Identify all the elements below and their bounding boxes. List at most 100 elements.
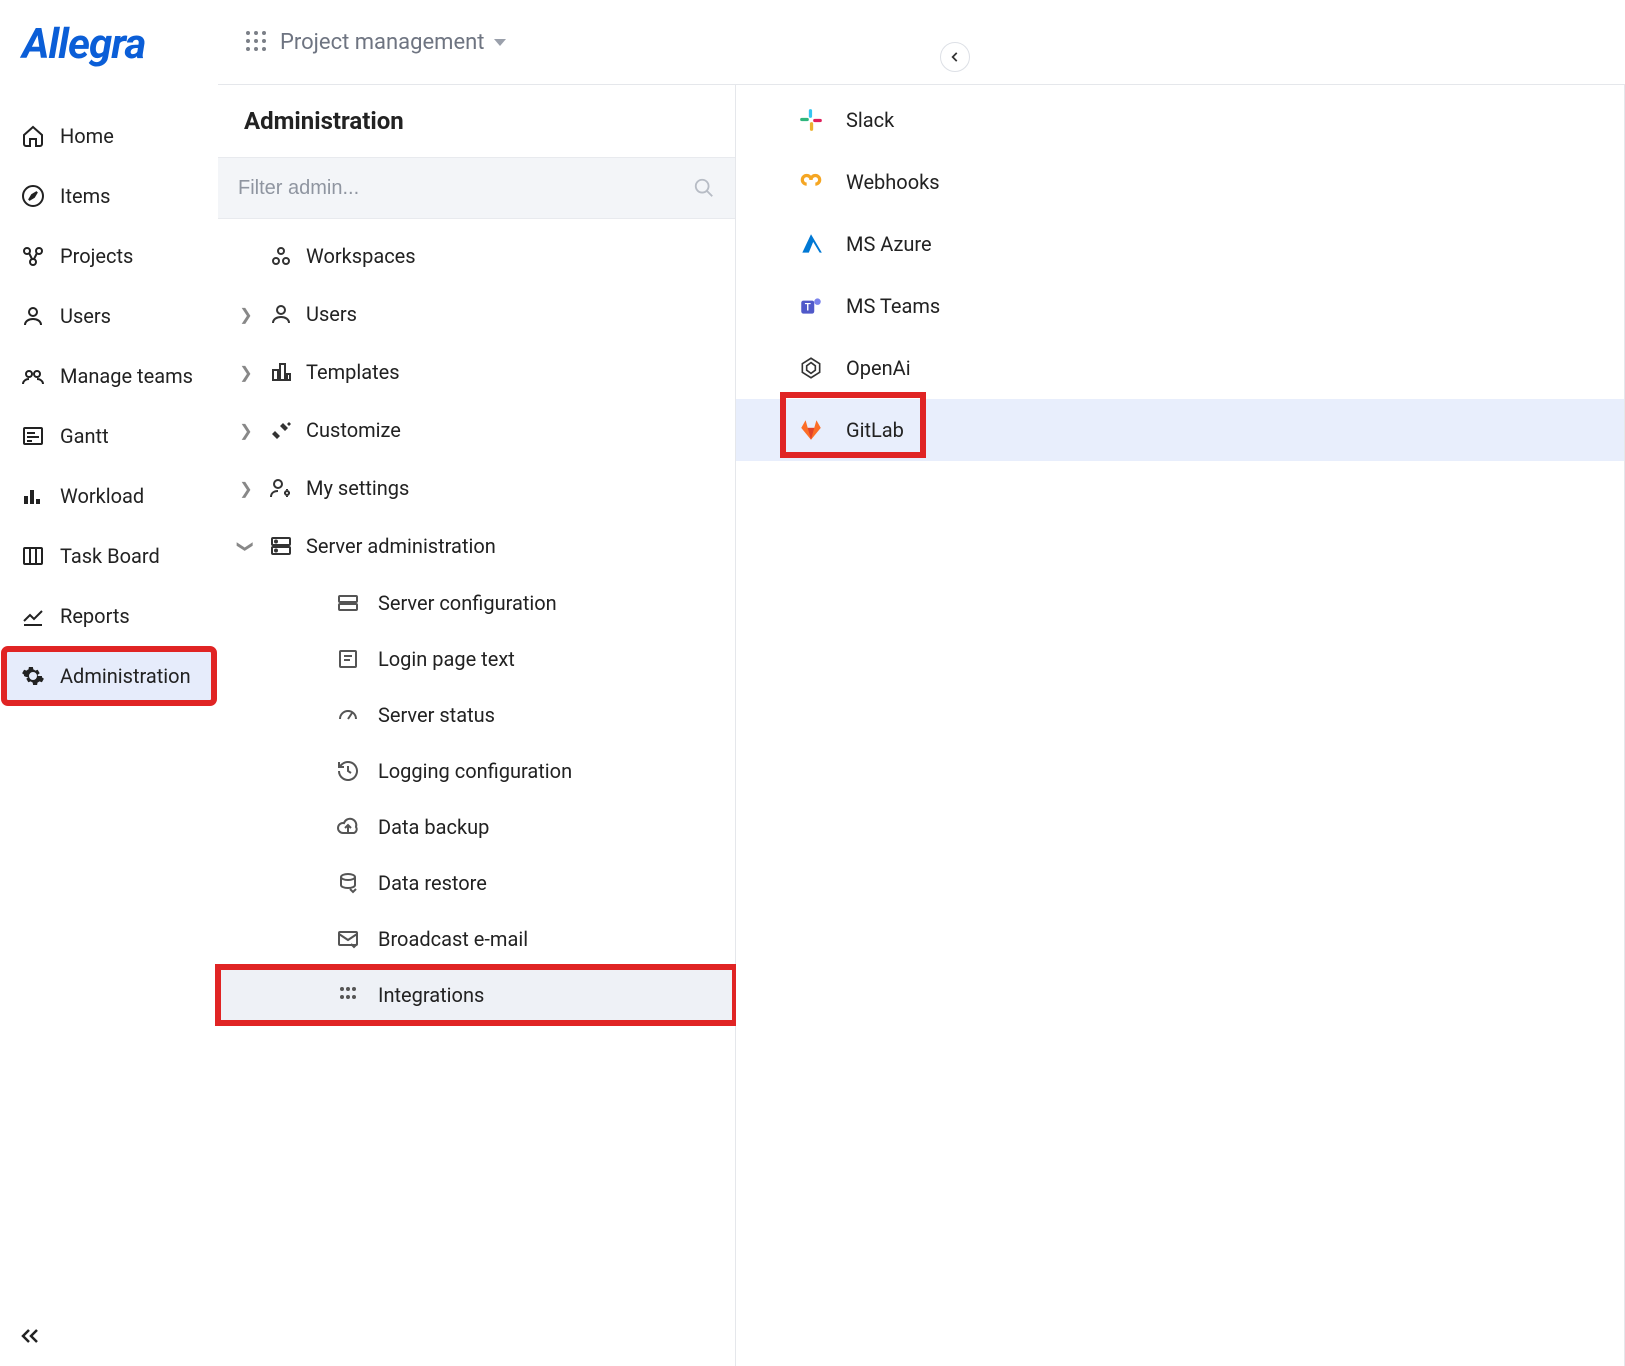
workspace-title: Project management	[280, 30, 484, 55]
sidebar-item-home[interactable]: Home	[4, 109, 214, 163]
sidebar-item-reports[interactable]: Reports	[4, 589, 214, 643]
sidebar-item-workload[interactable]: Workload	[4, 469, 214, 523]
search-icon	[693, 177, 715, 199]
admin-panel: Administration Workspaces	[218, 85, 736, 1366]
admin-tree: Workspaces ❯ Users ❯ Tem	[218, 219, 735, 1031]
integration-label: MS Azure	[846, 232, 932, 256]
integration-ms-teams[interactable]: T MS Teams	[736, 275, 1624, 337]
workspace-selector[interactable]: Project management	[280, 30, 506, 55]
sidebar-item-label: Workload	[60, 484, 144, 508]
mail-icon	[334, 925, 362, 953]
sidebar-item-task-board[interactable]: Task Board	[4, 529, 214, 583]
integration-label: OpenAi	[846, 356, 911, 380]
admin-tree-my-settings[interactable]: ❯ My settings	[218, 459, 735, 517]
admin-tree-workspaces[interactable]: Workspaces	[218, 227, 735, 285]
sub-label: Server status	[378, 703, 495, 727]
integration-label: Webhooks	[846, 170, 940, 194]
admin-sub-data-restore[interactable]: Data restore	[294, 855, 735, 911]
sidebar-item-label: Manage teams	[60, 364, 193, 388]
logo: Allegra	[0, 20, 218, 109]
integration-gitlab[interactable]: GitLab	[736, 399, 1624, 461]
integration-slack[interactable]: Slack	[736, 89, 1624, 151]
templates-icon	[268, 359, 294, 385]
openai-icon	[796, 353, 826, 383]
gitlab-icon	[796, 415, 826, 445]
chevron-down-icon: ❯	[237, 536, 256, 556]
sidebar-item-label: Home	[60, 124, 114, 148]
admin-sub-logging-configuration[interactable]: Logging configuration	[294, 743, 735, 799]
gauge-icon	[334, 701, 362, 729]
admin-tree-server-administration[interactable]: ❯ Server administration	[218, 517, 735, 575]
gantt-icon	[20, 423, 46, 449]
integration-label: MS Teams	[846, 294, 940, 318]
sub-label: Broadcast e-mail	[378, 927, 528, 951]
chevron-right-icon: ❯	[236, 363, 256, 382]
admin-filter-input[interactable]	[238, 177, 693, 200]
tree-label: Workspaces	[306, 244, 416, 268]
chart-icon	[20, 603, 46, 629]
topbar: Project management	[218, 0, 1625, 84]
panels: Administration Workspaces	[218, 84, 1625, 1366]
history-icon	[334, 757, 362, 785]
sidebar-item-gantt[interactable]: Gantt	[4, 409, 214, 463]
msteams-icon: T	[796, 291, 826, 321]
admin-sub-data-backup[interactable]: Data backup	[294, 799, 735, 855]
user-icon	[20, 303, 46, 329]
admin-sub-integrations[interactable]: Integrations	[218, 967, 735, 1023]
sidebar-item-label: Projects	[60, 244, 133, 268]
db-restore-icon	[334, 869, 362, 897]
sidebar-nav: Home Items Projects Users	[0, 109, 218, 703]
integration-openai[interactable]: OpenAi	[736, 337, 1624, 399]
sidebar-item-administration[interactable]: Administration	[4, 649, 214, 703]
workspaces-icon	[268, 243, 294, 269]
tree-label: Customize	[306, 418, 401, 442]
user-gear-icon	[268, 475, 294, 501]
home-icon	[20, 123, 46, 149]
webhooks-icon	[796, 167, 826, 197]
admin-sub-broadcast-email[interactable]: Broadcast e-mail	[294, 911, 735, 967]
board-icon	[20, 543, 46, 569]
app-root: Allegra Home Items Projects	[0, 0, 1625, 1366]
tree-label: Server administration	[306, 534, 496, 558]
bars-icon	[20, 483, 46, 509]
chevron-right-icon: ❯	[236, 479, 256, 498]
integration-ms-azure[interactable]: MS Azure	[736, 213, 1624, 275]
sub-label: Data restore	[378, 871, 487, 895]
collapse-sidebar-icon[interactable]	[18, 1324, 200, 1348]
sidebar-item-users[interactable]: Users	[4, 289, 214, 343]
gear-icon	[20, 663, 46, 689]
admin-sub-server-configuration[interactable]: Server configuration	[294, 575, 735, 631]
server-icon	[268, 533, 294, 559]
collapse-admin-panel-button[interactable]	[940, 42, 970, 72]
sidebar-item-items[interactable]: Items	[4, 169, 214, 223]
sub-label: Data backup	[378, 815, 489, 839]
admin-sub-login-page-text[interactable]: Login page text	[294, 631, 735, 687]
slack-icon	[796, 105, 826, 135]
server-config-icon	[334, 589, 362, 617]
tree-label: My settings	[306, 476, 409, 500]
cloud-up-icon	[334, 813, 362, 841]
admin-header: Administration	[218, 85, 735, 157]
integration-label: GitLab	[846, 418, 904, 442]
admin-tree-customize[interactable]: ❯ Customize	[218, 401, 735, 459]
admin-tree-templates[interactable]: ❯ Templates	[218, 343, 735, 401]
sidebar-item-label: Reports	[60, 604, 130, 628]
sidebar-item-projects[interactable]: Projects	[4, 229, 214, 283]
caret-down-icon	[494, 39, 506, 46]
nodes-icon	[20, 243, 46, 269]
sidebar-item-label: Users	[60, 304, 111, 328]
apps-grid-icon[interactable]	[246, 31, 268, 53]
integration-webhooks[interactable]: Webhooks	[736, 151, 1624, 213]
admin-subtree-server: Server configuration Login page text	[218, 575, 735, 1023]
svg-text:T: T	[805, 302, 811, 313]
admin-filter	[218, 157, 735, 219]
sub-label: Integrations	[378, 983, 484, 1007]
sidebar-item-label: Task Board	[60, 544, 160, 568]
integrations-panel: Slack Webhooks MS Azure	[736, 85, 1625, 1366]
tools-icon	[268, 417, 294, 443]
sidebar-left: Allegra Home Items Projects	[0, 0, 218, 1366]
admin-tree-users[interactable]: ❯ Users	[218, 285, 735, 343]
admin-sub-server-status[interactable]: Server status	[294, 687, 735, 743]
sidebar-item-manage-teams[interactable]: Manage teams	[4, 349, 214, 403]
sidebar-item-label: Items	[60, 184, 110, 208]
